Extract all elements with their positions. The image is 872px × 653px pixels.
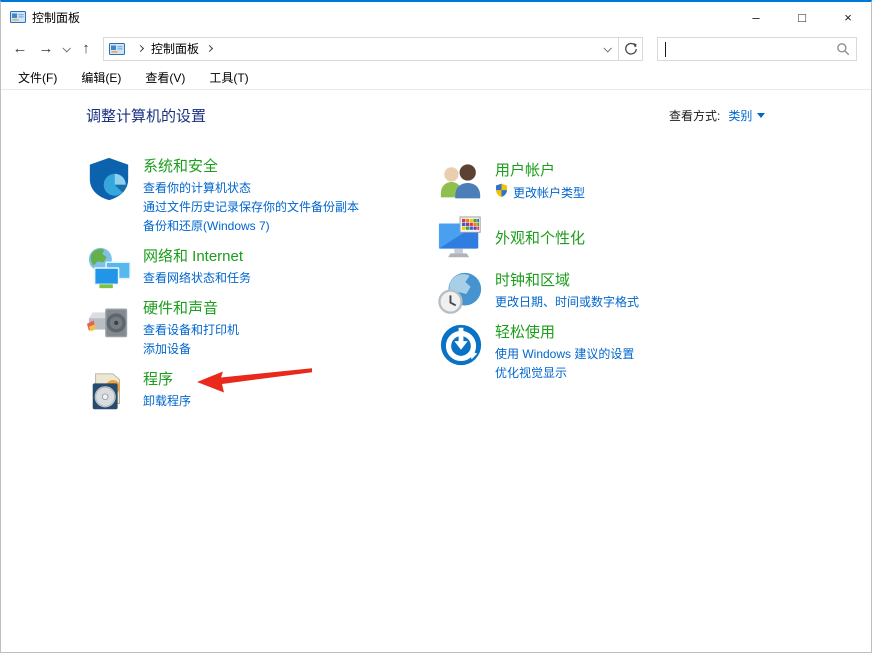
search-box: [657, 37, 857, 61]
maximize-button[interactable]: □: [779, 2, 825, 32]
category-title-appearance[interactable]: 外观和个性化: [495, 229, 585, 249]
recent-locations-button[interactable]: [59, 36, 73, 62]
category-title-user-accounts[interactable]: 用户帐户: [495, 161, 555, 181]
programs-icon[interactable]: [86, 369, 132, 415]
uac-shield-icon: [495, 183, 508, 203]
search-input[interactable]: [658, 39, 830, 59]
content-area: 调整计算机的设置 查看方式: 类别 系统和安全: [1, 90, 871, 652]
link-backup-restore-win7[interactable]: 备份和还原(Windows 7): [143, 217, 270, 236]
user-accounts-icon[interactable]: [438, 160, 484, 206]
view-by-control: 查看方式: 类别: [669, 107, 765, 124]
view-by-label: 查看方式:: [669, 107, 720, 124]
link-windows-suggested-settings[interactable]: 使用 Windows 建议的设置: [495, 345, 634, 364]
category-ease-of-access: 轻松使用 使用 Windows 建议的设置 优化视觉显示: [438, 322, 838, 383]
appearance-personalization-icon[interactable]: [438, 216, 484, 262]
text-caret: [665, 42, 666, 57]
link-optimize-visual-display[interactable]: 优化视觉显示: [495, 364, 567, 383]
category-title-clock-region[interactable]: 时钟和区域: [495, 271, 570, 291]
link-change-date-time-formats[interactable]: 更改日期、时间或数字格式: [495, 293, 639, 312]
category-hardware-sound: 硬件和声音 查看设备和打印机 添加设备: [86, 298, 436, 359]
category-column-right: 用户帐户 更改帐户类型: [438, 156, 838, 383]
breadcrumb-separator-icon[interactable]: [137, 45, 144, 52]
titlebar: 控制面板 – □ ×: [1, 2, 871, 32]
category-title-hardware-sound[interactable]: 硬件和声音: [143, 299, 218, 319]
category-programs: 程序 卸载程序: [86, 369, 436, 415]
link-change-account-type-label: 更改帐户类型: [513, 184, 585, 203]
chevron-down-icon: [603, 44, 611, 52]
menu-edit[interactable]: 编辑(E): [72, 66, 130, 89]
breadcrumb-location[interactable]: 控制面板: [151, 40, 199, 57]
category-clock-region: 时钟和区域 更改日期、时间或数字格式: [438, 270, 838, 316]
close-button[interactable]: ×: [825, 2, 871, 32]
window-controls: – □ ×: [733, 2, 871, 32]
link-file-history-backup[interactable]: 通过文件历史记录保存你的文件备份副本: [143, 198, 359, 217]
link-view-devices-printers[interactable]: 查看设备和打印机: [143, 321, 239, 340]
category-title-programs[interactable]: 程序: [143, 370, 173, 390]
dropdown-triangle-icon[interactable]: [757, 113, 765, 118]
window-title: 控制面板: [32, 9, 80, 26]
clock-region-icon[interactable]: [438, 270, 484, 316]
category-system-security: 系统和安全 查看你的计算机状态 通过文件历史记录保存你的文件备份副本 备份和还原…: [86, 156, 436, 236]
search-icon: [830, 38, 856, 60]
address-dropdown-button[interactable]: [596, 38, 618, 60]
link-review-computer-status[interactable]: 查看你的计算机状态: [143, 179, 251, 198]
up-button[interactable]: ↑: [73, 36, 99, 62]
page-title: 调整计算机的设置: [86, 105, 206, 126]
category-title-system-security[interactable]: 系统和安全: [143, 157, 218, 177]
network-internet-icon[interactable]: [86, 246, 132, 292]
category-network-internet: 网络和 Internet 查看网络状态和任务: [86, 246, 436, 292]
ease-of-access-icon[interactable]: [438, 322, 484, 368]
menu-bar: 文件(F) 编辑(E) 查看(V) 工具(T): [1, 65, 871, 90]
category-title-ease-of-access[interactable]: 轻松使用: [495, 323, 555, 343]
forward-button[interactable]: →: [33, 36, 59, 62]
control-panel-icon: [10, 9, 26, 25]
link-uninstall-program[interactable]: 卸载程序: [143, 392, 191, 411]
hardware-sound-icon[interactable]: [86, 298, 132, 344]
breadcrumb-separator-icon[interactable]: [206, 45, 213, 52]
chevron-down-icon: [62, 44, 70, 52]
menu-view[interactable]: 查看(V): [136, 66, 194, 89]
control-panel-icon: [109, 41, 125, 57]
link-add-device[interactable]: 添加设备: [143, 340, 191, 359]
refresh-button[interactable]: [619, 37, 643, 61]
minimize-button[interactable]: –: [733, 2, 779, 32]
view-by-dropdown[interactable]: 类别: [728, 107, 752, 124]
link-change-account-type[interactable]: 更改帐户类型: [495, 183, 585, 203]
menu-tools[interactable]: 工具(T): [200, 66, 257, 89]
category-appearance-personalization: 外观和个性化: [438, 216, 838, 262]
refresh-icon: [624, 42, 638, 56]
category-title-network-internet[interactable]: 网络和 Internet: [143, 247, 243, 267]
menu-file[interactable]: 文件(F): [9, 66, 66, 89]
control-panel-window: 控制面板 – □ × ← → ↑ 控制面板: [0, 0, 872, 653]
link-view-network-status[interactable]: 查看网络状态和任务: [143, 269, 251, 288]
back-button[interactable]: ←: [7, 36, 33, 62]
category-user-accounts: 用户帐户 更改帐户类型: [438, 160, 838, 206]
system-security-icon[interactable]: [86, 156, 132, 202]
address-bar[interactable]: 控制面板: [103, 37, 619, 61]
navigation-bar: ← → ↑ 控制面板: [1, 33, 871, 64]
category-column-left: 系统和安全 查看你的计算机状态 通过文件历史记录保存你的文件备份副本 备份和还原…: [86, 156, 436, 415]
